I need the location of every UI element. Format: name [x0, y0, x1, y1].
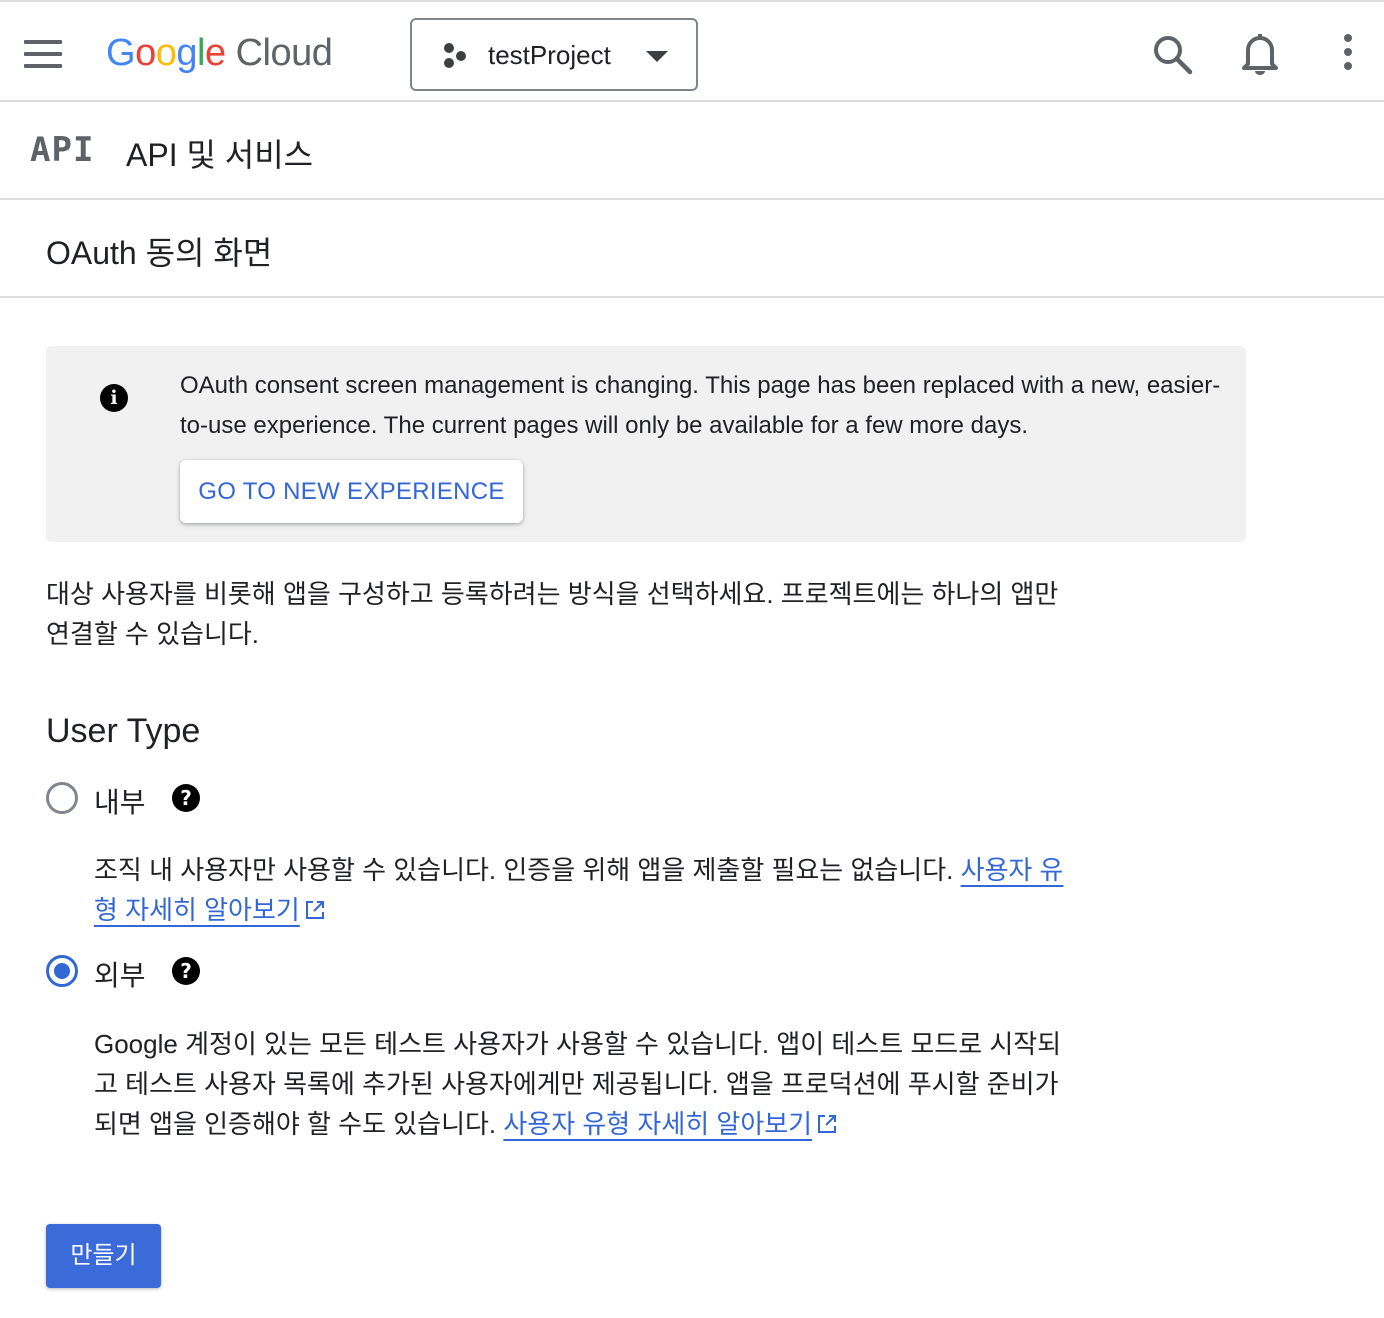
option-label-internal[interactable]: 내부 — [94, 781, 146, 821]
search-icon[interactable] — [1150, 32, 1194, 76]
info-icon: i — [100, 384, 128, 412]
project-icon — [444, 43, 466, 68]
learn-more-link-external[interactable]: 사용자 유형 자세히 알아보기 — [503, 1109, 812, 1139]
create-button[interactable]: 만들기 — [46, 1224, 161, 1288]
external-link-icon[interactable] — [816, 1113, 838, 1135]
page-header: OAuth 동의 화면 — [0, 200, 1384, 298]
user-type-heading: User Type — [46, 712, 201, 750]
intro-text: 대상 사용자를 비롯해 앱을 구성하고 등록하려는 방식을 선택하세요. 프로젝… — [46, 579, 1059, 649]
menu-icon[interactable] — [24, 40, 64, 68]
project-name: testProject — [488, 40, 611, 70]
go-to-new-experience-button[interactable]: GO TO NEW EXPERIENCE — [180, 460, 523, 523]
project-picker[interactable]: testProject — [410, 18, 698, 91]
logo-letter: g — [176, 32, 197, 74]
external-description: Google 계정이 있는 모든 테스트 사용자가 사용할 수 있습니다. 앱이… — [94, 1024, 1074, 1144]
api-badge-icon: API — [30, 130, 95, 170]
logo-cloud-text: Cloud — [235, 32, 333, 74]
page-title: OAuth 동의 화면 — [46, 235, 273, 271]
help-icon[interactable]: ? — [172, 957, 200, 985]
logo-letter: o — [155, 32, 177, 74]
radio-internal[interactable] — [46, 782, 78, 814]
logo-letter: o — [135, 32, 156, 74]
logo-letter: G — [106, 32, 136, 74]
api-services-title[interactable]: API 및 서비스 — [126, 130, 313, 176]
option-label-external[interactable]: 외부 — [94, 954, 146, 994]
api-services-header: API API 및 서비스 — [0, 102, 1384, 200]
google-cloud-logo[interactable]: Google Cloud — [106, 32, 333, 75]
logo-letter: l — [196, 32, 205, 74]
notice-text: OAuth consent screen management is chang… — [180, 372, 1221, 439]
top-bar: Google Cloud testProject — [0, 0, 1384, 102]
bell-icon[interactable] — [1240, 30, 1280, 76]
external-link-icon[interactable] — [304, 899, 326, 921]
logo-letter: e — [204, 32, 226, 74]
dropdown-icon — [646, 51, 668, 62]
radio-external[interactable] — [46, 955, 78, 987]
internal-description-text: 조직 내 사용자만 사용할 수 있습니다. 인증을 위해 앱을 제출할 필요는 … — [94, 855, 961, 885]
help-icon[interactable]: ? — [172, 784, 200, 812]
notice-banner: i OAuth consent screen management is cha… — [46, 346, 1246, 542]
more-icon[interactable] — [1336, 32, 1360, 76]
internal-description: 조직 내 사용자만 사용할 수 있습니다. 인증을 위해 앱을 제출할 필요는 … — [94, 850, 1074, 930]
